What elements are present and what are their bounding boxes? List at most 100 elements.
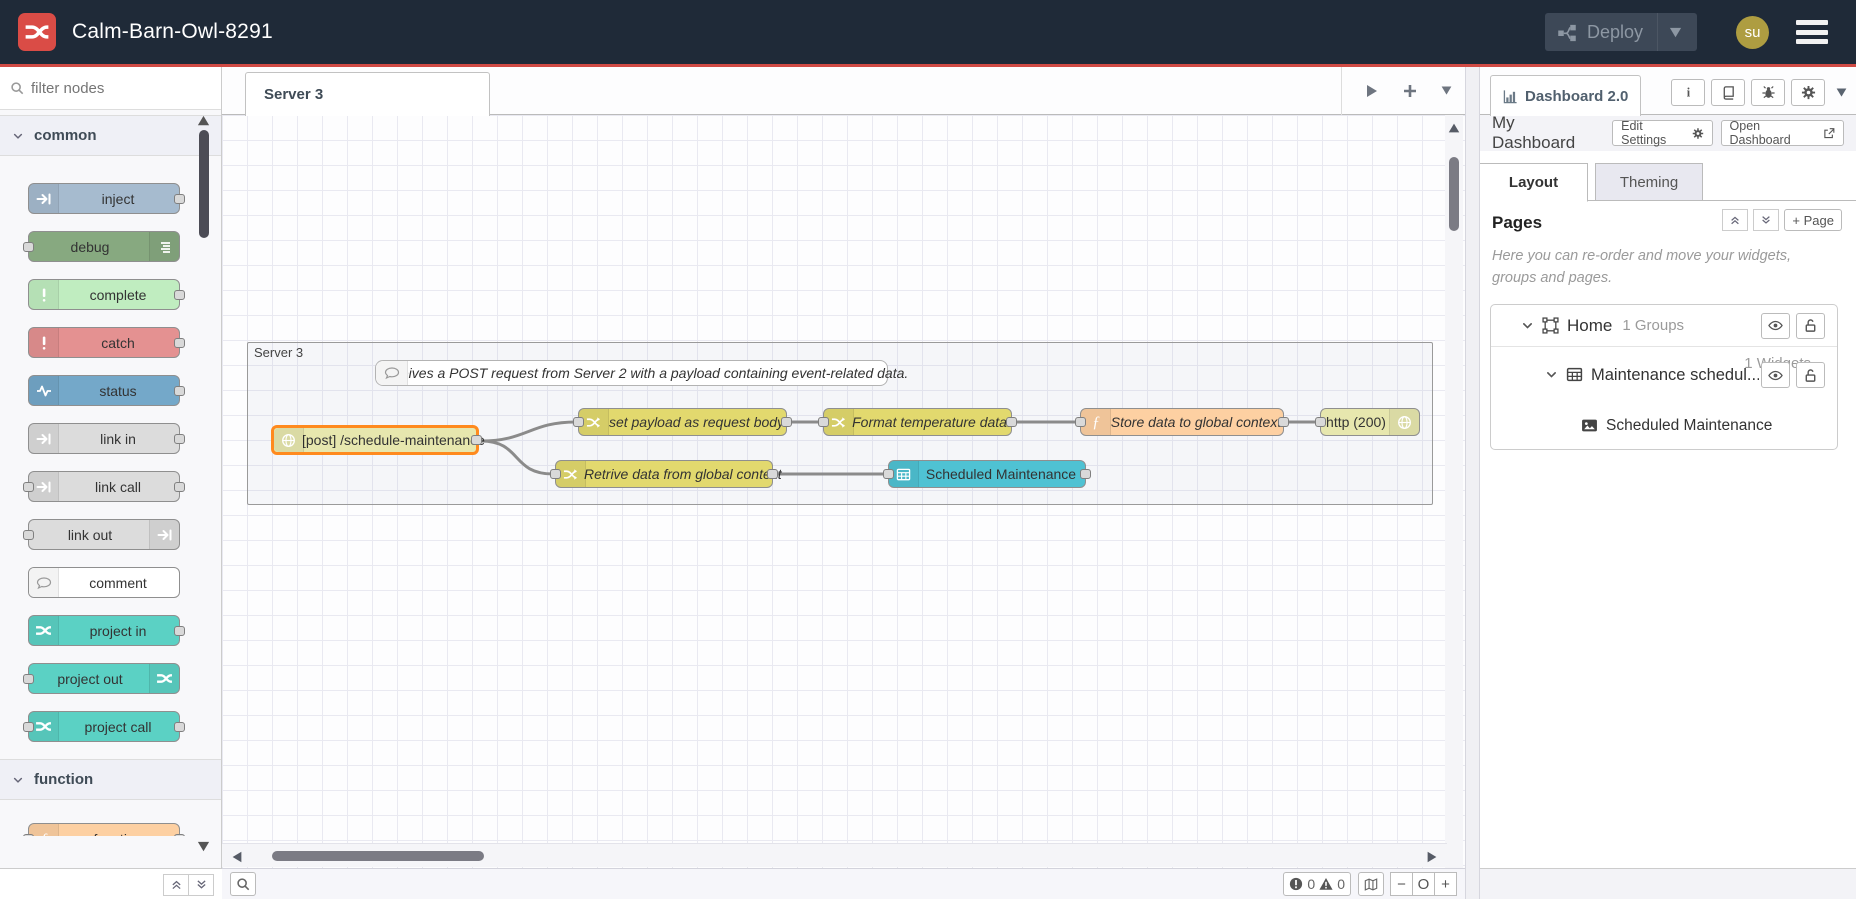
search-flows-button[interactable] [230, 872, 256, 896]
tab-layout[interactable]: Layout [1480, 163, 1588, 202]
output-port [1006, 417, 1017, 427]
tab-theming[interactable]: Theming [1595, 163, 1703, 201]
vertical-scrollbar-thumb[interactable] [1449, 157, 1459, 231]
external-link-icon [1823, 127, 1835, 140]
map-icon [1364, 877, 1378, 892]
user-avatar[interactable]: su [1736, 16, 1769, 49]
input-port [573, 417, 584, 427]
next-tab-icon[interactable] [1364, 82, 1380, 100]
deploy-options-chevron-icon[interactable] [1657, 13, 1693, 51]
gear-icon [1801, 85, 1816, 100]
collapse-all-button[interactable] [1722, 209, 1749, 231]
scroll-right-icon[interactable] [1425, 848, 1439, 866]
flow-node-http-response[interactable]: http (200) [1315, 408, 1420, 436]
palette-node-link-out[interactable]: link out [23, 519, 180, 550]
warning-count: 0 [1337, 876, 1345, 892]
toggle-visibility-button[interactable] [1761, 362, 1790, 388]
help-button[interactable] [1711, 79, 1745, 106]
flow-node-ui-table[interactable]: Scheduled Maintenance [883, 460, 1091, 488]
horizontal-scrollbar-thumb[interactable] [272, 851, 484, 861]
toggle-visibility-button[interactable] [1761, 312, 1790, 339]
notifications-counter[interactable]: 0 0 [1283, 872, 1351, 896]
flow-tab-label: Server 3 [264, 86, 324, 103]
palette-node-complete[interactable]: complete [28, 279, 185, 310]
toggle-navigator-button[interactable] [1358, 872, 1384, 896]
palette-node-comment[interactable]: comment [28, 567, 180, 598]
palette-scroll-down-icon[interactable] [196, 838, 211, 856]
sidebar-menu-chevron-icon[interactable] [1835, 84, 1848, 102]
main-menu-button[interactable] [1796, 20, 1828, 44]
palette-node-link-call[interactable]: link call [23, 471, 185, 502]
scroll-up-icon[interactable] [1447, 119, 1461, 137]
tree-row-page-home[interactable]: Home 1 Groups [1491, 305, 1837, 347]
palette-node-catch[interactable]: catch [28, 327, 185, 358]
bar-chart-icon [1503, 89, 1518, 104]
globe-icon [274, 428, 304, 452]
eye-icon [1768, 318, 1783, 333]
flow-node-http-in-selected[interactable]: [post] /schedule-maintenance [271, 425, 485, 455]
expand-all-categories-button[interactable] [188, 873, 214, 896]
flow-node-format-temperature[interactable]: Format temperature data. [818, 408, 1017, 436]
node-label: Retrive data from global context [584, 466, 782, 482]
scroll-left-icon[interactable] [230, 848, 244, 866]
palette-node-status[interactable]: status [28, 375, 185, 406]
zoom-reset-button[interactable]: O [1412, 872, 1435, 896]
flow-node-comment[interactable]: Receives a POST request from Server 2 wi… [375, 360, 908, 386]
zoom-out-button[interactable]: − [1390, 872, 1413, 896]
node-label: set payload as request body [608, 414, 785, 430]
chevron-down-icon[interactable] [1521, 317, 1534, 335]
toggle-lock-button[interactable] [1796, 362, 1825, 388]
output-port [174, 289, 185, 300]
flow-editor-grid[interactable]: Server 3 Receives a POST request from Se… [222, 115, 1465, 891]
globe-icon [1389, 409, 1419, 435]
toggle-lock-button[interactable] [1796, 312, 1825, 339]
debug-button[interactable] [1751, 79, 1785, 106]
flow-list-chevron-icon[interactable] [1440, 82, 1453, 100]
palette-node-project-out[interactable]: project out [23, 663, 180, 694]
horizontal-scrollbar[interactable] [222, 843, 1447, 867]
book-icon [1721, 85, 1736, 100]
dashboard-toolbar: My Dashboard Edit Settings Open Dashboar… [1480, 113, 1856, 152]
deploy-button[interactable]: Deploy [1545, 13, 1697, 51]
flow-node-set-payload[interactable]: set payload as request body [573, 408, 792, 436]
flow-tab-server-3[interactable]: Server 3 [245, 72, 490, 116]
palette-node-link-in[interactable]: link in [28, 423, 185, 454]
zoom-in-button[interactable]: + [1434, 872, 1457, 896]
output-port [471, 435, 482, 445]
add-page-button[interactable]: + Page [1784, 209, 1842, 231]
input-port [23, 673, 34, 684]
tree-row-group-maintenance[interactable]: Maintenance schedul... 1 Widgets [1491, 347, 1837, 403]
palette-filter[interactable] [0, 67, 221, 110]
filter-nodes-input[interactable] [31, 79, 181, 97]
palette-node-debug[interactable]: debug [23, 231, 180, 262]
palette-scrollbar-thumb[interactable] [199, 130, 209, 238]
palette-node-function[interactable]: function [23, 823, 185, 836]
inject-arrow-icon [29, 184, 59, 213]
flow-node-retrieve-data[interactable]: Retrive data from global context [550, 460, 782, 488]
info-button[interactable] [1671, 79, 1705, 106]
tree-row-widget-scheduled-maintenance[interactable]: Scheduled Maintenance [1491, 403, 1837, 449]
input-port [883, 469, 894, 479]
open-dashboard-button[interactable]: Open Dashboard [1720, 119, 1844, 147]
sidebar-splitter[interactable] [1465, 67, 1480, 899]
palette-node-inject[interactable]: inject [28, 183, 185, 214]
palette-scroll-up-icon[interactable] [196, 112, 211, 130]
flow-node-store-data[interactable]: Store data to global context [1075, 408, 1289, 436]
category-common[interactable]: common [0, 115, 221, 156]
comment-bubble-icon [376, 361, 408, 385]
category-function[interactable]: function [0, 759, 221, 800]
workspace-canvas: Server 3 Server 3 Receives a POST reques… [222, 67, 1465, 899]
add-flow-icon[interactable] [1402, 82, 1418, 100]
palette-node-project-call[interactable]: project call [23, 711, 185, 742]
sidebar: Dashboard 2.0 My Dashboard Edit Settings… [1480, 67, 1856, 899]
palette-node-project-in[interactable]: project in [28, 615, 185, 646]
collapse-all-categories-button[interactable] [163, 873, 189, 896]
vertical-scrollbar[interactable] [1445, 115, 1463, 891]
expand-all-button[interactable] [1753, 209, 1780, 231]
add-page-label: + Page [1792, 212, 1834, 228]
config-button[interactable] [1791, 79, 1825, 106]
input-port [23, 241, 34, 252]
chevron-down-icon[interactable] [1545, 366, 1558, 384]
edit-settings-button[interactable]: Edit Settings [1612, 119, 1713, 147]
sidebar-tab-dashboard[interactable]: Dashboard 2.0 [1490, 75, 1642, 116]
